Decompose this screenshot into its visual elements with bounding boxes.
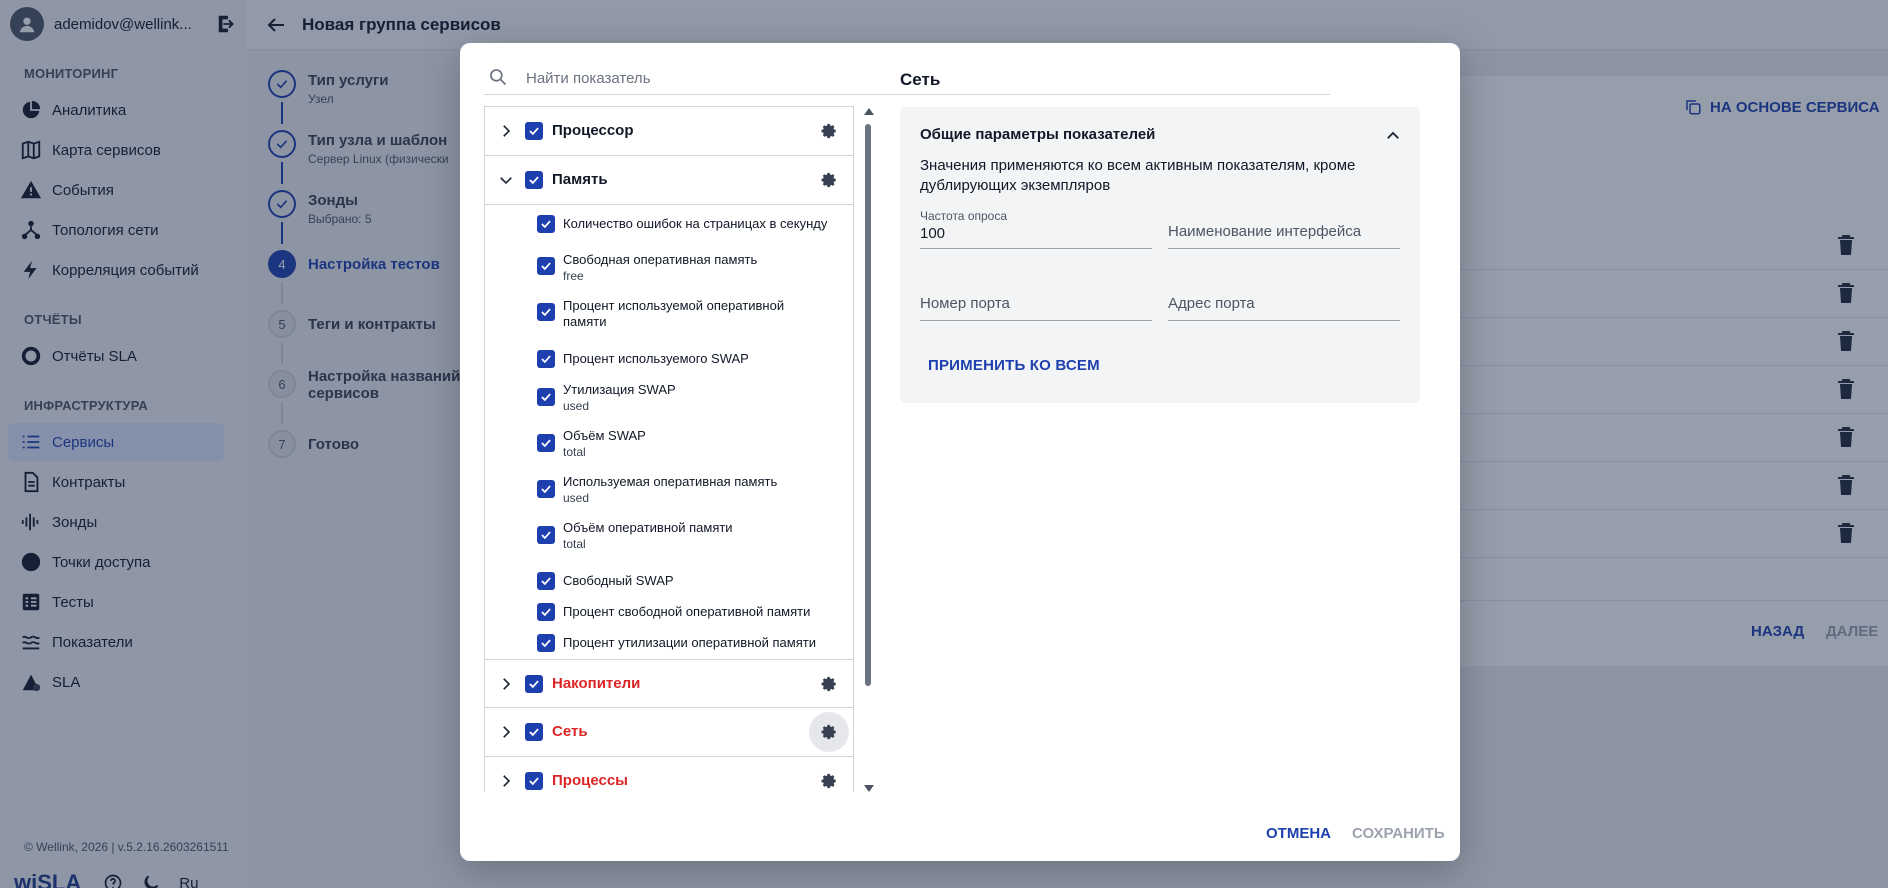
metric-checkbox[interactable] — [537, 634, 555, 652]
metric-label: Используемая оперативная память used — [563, 474, 853, 506]
group-cpu[interactable]: Процессор — [485, 107, 853, 156]
metric-label: Утилизация SWAP used — [563, 382, 853, 414]
params-title: Общие параметры показателей — [920, 126, 1156, 143]
apply-to-all-button[interactable]: ПРИМЕНИТЬ КО ВСЕМ — [928, 357, 1100, 374]
metric-name: Свободная оперативная память — [563, 252, 758, 267]
metric-name: Объём SWAP — [563, 428, 646, 443]
field-label: Частота опроса — [920, 209, 1008, 223]
settings-title: Сеть — [900, 70, 941, 89]
metric-label: Объём SWAP total — [563, 428, 853, 460]
metric-checkbox[interactable] — [537, 480, 555, 498]
metric-checkbox[interactable] — [537, 350, 555, 368]
metric-label: Свободная оперативная память free — [563, 252, 853, 284]
metric-label: Свободный SWAP — [563, 573, 853, 589]
group-checkbox[interactable] — [525, 171, 543, 189]
metric-label: Процент используемой оперативной памяти — [563, 298, 793, 330]
metric-checkbox[interactable] — [537, 303, 555, 321]
save-button[interactable]: СОХРАНИТЬ — [1352, 825, 1445, 842]
metric-name: Процент свободной оперативной памяти — [563, 604, 811, 619]
metric-checkbox[interactable] — [537, 215, 555, 233]
metric-label: Процент утилизации оперативной памяти — [563, 635, 853, 651]
metric-key: used — [563, 491, 590, 505]
metric-key: total — [563, 537, 586, 551]
params-description: Значения применяются ко всем активным по… — [920, 157, 1356, 194]
group-label: Процессор — [552, 122, 634, 139]
chevron-right-icon[interactable] — [497, 675, 515, 693]
metric-label: Процент используемого SWAP — [563, 351, 853, 367]
field-placeholder: Номер порта — [920, 295, 1010, 312]
metric-checkbox[interactable] — [537, 572, 555, 590]
group-checkbox[interactable] — [525, 772, 543, 790]
chevron-right-icon[interactable] — [497, 772, 515, 790]
gear-icon[interactable] — [809, 111, 849, 151]
poll-frequency-field[interactable]: Частота опроса 100 — [920, 209, 1152, 249]
group-label: Память — [552, 171, 608, 188]
metric-name: Свободный SWAP — [563, 573, 674, 588]
metric-name: Процент используемого SWAP — [563, 351, 749, 366]
metric-key: total — [563, 445, 586, 459]
metric-checkbox[interactable] — [537, 526, 555, 544]
chevron-down-icon[interactable] — [497, 171, 515, 189]
metric-name: Используемая оперативная память — [563, 474, 778, 489]
metric-name: Процент утилизации оперативной памяти — [563, 635, 816, 650]
tree-scrollbar[interactable] — [862, 108, 874, 792]
gear-icon[interactable] — [809, 160, 849, 200]
port-number-field[interactable]: Номер порта — [920, 281, 1152, 321]
metric-name: Количество ошибок на страницах в секунду — [563, 216, 828, 231]
port-address-field[interactable]: Адрес порта — [1168, 281, 1400, 321]
group-label: Сеть — [552, 723, 588, 740]
metric-name: Объём оперативной памяти — [563, 520, 733, 535]
group-label: Накопители — [552, 675, 641, 692]
gear-icon[interactable] — [809, 664, 849, 704]
group-label: Процессы — [552, 772, 628, 789]
metric-settings-dialog: Процессор Память Количество ошибок на ст… — [460, 43, 1460, 861]
metric-tree: Процессор Память Количество ошибок на ст… — [484, 106, 854, 792]
field-placeholder: Наименование интерфейса — [1168, 223, 1362, 240]
metric-name: Процент используемой оперативной памяти — [563, 298, 785, 329]
search-input[interactable] — [526, 65, 866, 91]
metric-name: Утилизация SWAP — [563, 382, 676, 397]
group-checkbox[interactable] — [525, 723, 543, 741]
scroll-thumb[interactable] — [865, 124, 871, 686]
field-value: 100 — [920, 225, 946, 242]
metric-checkbox[interactable] — [537, 388, 555, 406]
group-storage[interactable]: Накопители — [485, 659, 853, 708]
group-checkbox[interactable] — [525, 675, 543, 693]
metric-checkbox[interactable] — [537, 603, 555, 621]
group-memory[interactable]: Память — [485, 156, 853, 205]
group-network[interactable]: Сеть — [485, 708, 853, 757]
scroll-down-icon[interactable] — [864, 785, 874, 792]
metric-checkbox[interactable] — [537, 257, 555, 275]
chevron-up-icon[interactable] — [1384, 127, 1402, 145]
common-params-card: Общие параметры показателей Значения при… — [900, 107, 1420, 403]
cancel-button[interactable]: ОТМЕНА — [1266, 825, 1331, 842]
field-placeholder: Адрес порта — [1168, 295, 1255, 312]
group-processes[interactable]: Процессы — [485, 757, 853, 792]
scroll-up-icon[interactable] — [864, 108, 874, 115]
group-checkbox[interactable] — [525, 122, 543, 140]
gear-icon[interactable] — [809, 761, 849, 792]
chevron-right-icon[interactable] — [497, 122, 515, 140]
search-icon — [490, 69, 507, 86]
metric-label: Количество ошибок на страницах в секунду — [563, 216, 853, 232]
interface-name-field[interactable]: Наименование интерфейса — [1168, 209, 1400, 249]
gear-icon[interactable] — [809, 712, 849, 752]
metric-label: Объём оперативной памяти total — [563, 520, 853, 552]
metric-label: Процент свободной оперативной памяти — [563, 604, 853, 620]
metric-key: free — [563, 269, 584, 283]
chevron-right-icon[interactable] — [497, 723, 515, 741]
metric-checkbox[interactable] — [537, 434, 555, 452]
metric-key: used — [563, 399, 590, 413]
